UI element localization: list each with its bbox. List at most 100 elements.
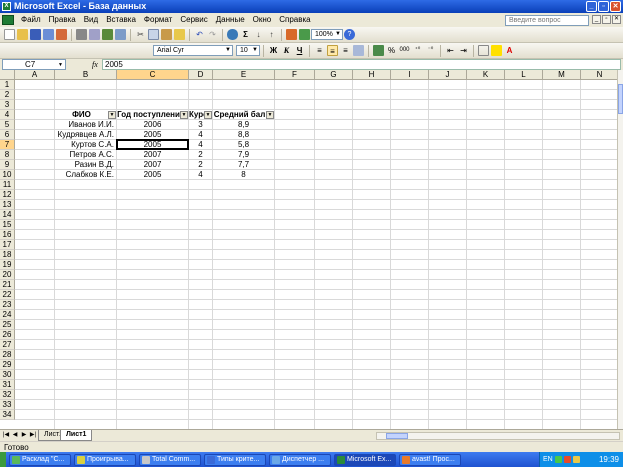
cell-year[interactable]: 2006 bbox=[117, 120, 188, 130]
currency-icon[interactable] bbox=[373, 45, 384, 56]
zoom-select[interactable]: 100% ▼ bbox=[311, 29, 343, 40]
column-header-a[interactable]: A bbox=[15, 70, 55, 80]
row-header-15[interactable]: 15 bbox=[0, 220, 15, 230]
row-header-28[interactable]: 28 bbox=[0, 350, 15, 360]
cell-year[interactable]: 2007 bbox=[117, 160, 188, 170]
print-preview-icon[interactable] bbox=[89, 29, 100, 40]
workbook-icon[interactable] bbox=[2, 15, 14, 25]
row-header-8[interactable]: 8 bbox=[0, 150, 15, 160]
cell-name[interactable]: Куртов С.А. bbox=[55, 140, 116, 150]
cell-avg[interactable]: 7,9 bbox=[213, 150, 274, 160]
row-header-7[interactable]: 7 bbox=[0, 140, 15, 150]
column-header-i[interactable]: I bbox=[391, 70, 429, 80]
taskbar-button-avast[interactable]: avast! Прос... bbox=[399, 453, 461, 466]
cell-year[interactable]: 2005 bbox=[117, 170, 188, 180]
column-header-h[interactable]: H bbox=[353, 70, 391, 80]
taskbar-button-player[interactable]: Проигрыва... bbox=[74, 453, 136, 466]
align-center-icon[interactable]: ≡ bbox=[327, 45, 338, 56]
cell-year[interactable]: 2007 bbox=[117, 150, 188, 160]
column-header-l[interactable]: L bbox=[505, 70, 543, 80]
menu-insert[interactable]: Вставка bbox=[102, 13, 140, 27]
autosum-icon[interactable]: Σ bbox=[240, 29, 251, 40]
font-name-select[interactable]: Arial Cyr ▼ bbox=[153, 45, 233, 56]
cell-name[interactable]: Кудрявцев А.Л. bbox=[55, 130, 116, 140]
column-header-n[interactable]: N bbox=[581, 70, 617, 80]
row-header-6[interactable]: 6 bbox=[0, 130, 15, 140]
row-header-5[interactable]: 5 bbox=[0, 120, 15, 130]
row-header-29[interactable]: 29 bbox=[0, 360, 15, 370]
cell-avg[interactable]: 8,9 bbox=[213, 120, 274, 130]
taskbar-button-total-commander[interactable]: Total Comm... bbox=[139, 453, 201, 466]
start-button[interactable] bbox=[0, 452, 6, 467]
undo-icon[interactable]: ↶ bbox=[194, 29, 205, 40]
cell-header-avg[interactable]: Средний бал bbox=[213, 110, 266, 120]
row-header-13[interactable]: 13 bbox=[0, 200, 15, 210]
cell-course[interactable]: 4 bbox=[189, 140, 212, 150]
menu-format[interactable]: Формат bbox=[140, 13, 176, 27]
row-header-16[interactable]: 16 bbox=[0, 230, 15, 240]
taskbar-button-raskl[interactable]: Расклад "С... bbox=[9, 453, 71, 466]
row-header-33[interactable]: 33 bbox=[0, 400, 15, 410]
align-left-icon[interactable]: ≡ bbox=[314, 45, 325, 56]
align-right-icon[interactable]: ≡ bbox=[340, 45, 351, 56]
autofilter-dropdown-icon[interactable]: ▼ bbox=[266, 111, 274, 119]
cell-course[interactable]: 2 bbox=[189, 160, 212, 170]
cell-name[interactable]: Разин В.Д. bbox=[55, 160, 116, 170]
cell-header-fio[interactable]: ФИО bbox=[55, 110, 108, 120]
vertical-scrollbar[interactable] bbox=[617, 70, 623, 429]
column-header-j[interactable]: J bbox=[429, 70, 467, 80]
font-size-select[interactable]: 10 ▼ bbox=[236, 45, 260, 56]
open-icon[interactable] bbox=[17, 29, 28, 40]
close-button[interactable]: ✕ bbox=[610, 1, 621, 12]
borders-icon[interactable] bbox=[478, 45, 489, 56]
print-icon[interactable] bbox=[76, 29, 87, 40]
menu-help[interactable]: Справка bbox=[275, 13, 314, 27]
column-header-f[interactable]: F bbox=[275, 70, 315, 80]
increase-indent-icon[interactable]: ⇥ bbox=[458, 45, 469, 56]
tray-avast-icon[interactable] bbox=[554, 456, 562, 463]
menu-view[interactable]: Вид bbox=[80, 13, 102, 27]
doc-minimize-button[interactable]: _ bbox=[592, 15, 601, 24]
first-sheet-icon[interactable]: |◀ bbox=[2, 431, 10, 440]
horizontal-scrollbar[interactable] bbox=[376, 432, 620, 440]
menu-data[interactable]: Данные bbox=[212, 13, 249, 27]
formula-input[interactable]: 2005 bbox=[102, 59, 621, 70]
menu-window[interactable]: Окно bbox=[249, 13, 276, 27]
horizontal-scroll-thumb[interactable] bbox=[386, 433, 408, 439]
row-header-10[interactable]: 10 bbox=[0, 170, 15, 180]
row-header-31[interactable]: 31 bbox=[0, 380, 15, 390]
row-header-23[interactable]: 23 bbox=[0, 300, 15, 310]
column-header-g[interactable]: G bbox=[315, 70, 353, 80]
insert-function-button[interactable]: fx bbox=[92, 59, 98, 70]
autofilter-dropdown-icon[interactable]: ▼ bbox=[180, 111, 188, 119]
cut-icon[interactable]: ✂ bbox=[135, 29, 146, 40]
autofilter-dropdown-icon[interactable]: ▼ bbox=[108, 111, 116, 119]
ask-question-input[interactable]: Введите вопрос bbox=[505, 15, 589, 26]
tray-volume-icon[interactable] bbox=[572, 456, 580, 463]
column-header-k[interactable]: K bbox=[467, 70, 505, 80]
cell-course[interactable]: 4 bbox=[189, 130, 212, 140]
copy-icon[interactable] bbox=[148, 29, 159, 40]
last-sheet-icon[interactable]: ▶| bbox=[29, 431, 37, 440]
sort-desc-icon[interactable]: ↑ bbox=[266, 29, 277, 40]
row-header-4[interactable]: 4 bbox=[0, 110, 15, 120]
cell-header-year[interactable]: Год поступлени bbox=[117, 110, 180, 120]
cell-course[interactable]: 4 bbox=[189, 170, 212, 180]
save-icon[interactable] bbox=[30, 29, 41, 40]
cell-name[interactable]: Иванов И.И. bbox=[55, 120, 116, 130]
font-color-icon[interactable]: A bbox=[504, 45, 515, 56]
taskbar-button-types[interactable]: Типы крите... bbox=[204, 453, 266, 466]
row-header-19[interactable]: 19 bbox=[0, 260, 15, 270]
row-header-17[interactable]: 17 bbox=[0, 240, 15, 250]
drawing-icon[interactable] bbox=[299, 29, 310, 40]
new-icon[interactable] bbox=[4, 29, 15, 40]
select-all-corner[interactable] bbox=[0, 70, 15, 80]
row-header-32[interactable]: 32 bbox=[0, 390, 15, 400]
merge-center-icon[interactable] bbox=[353, 45, 364, 56]
cell-avg[interactable]: 5,8 bbox=[213, 140, 274, 150]
cell-header-course[interactable]: Курс bbox=[189, 110, 204, 120]
decrease-indent-icon[interactable]: ⇤ bbox=[445, 45, 456, 56]
row-header-14[interactable]: 14 bbox=[0, 210, 15, 220]
row-header-12[interactable]: 12 bbox=[0, 190, 15, 200]
row-header-20[interactable]: 20 bbox=[0, 270, 15, 280]
